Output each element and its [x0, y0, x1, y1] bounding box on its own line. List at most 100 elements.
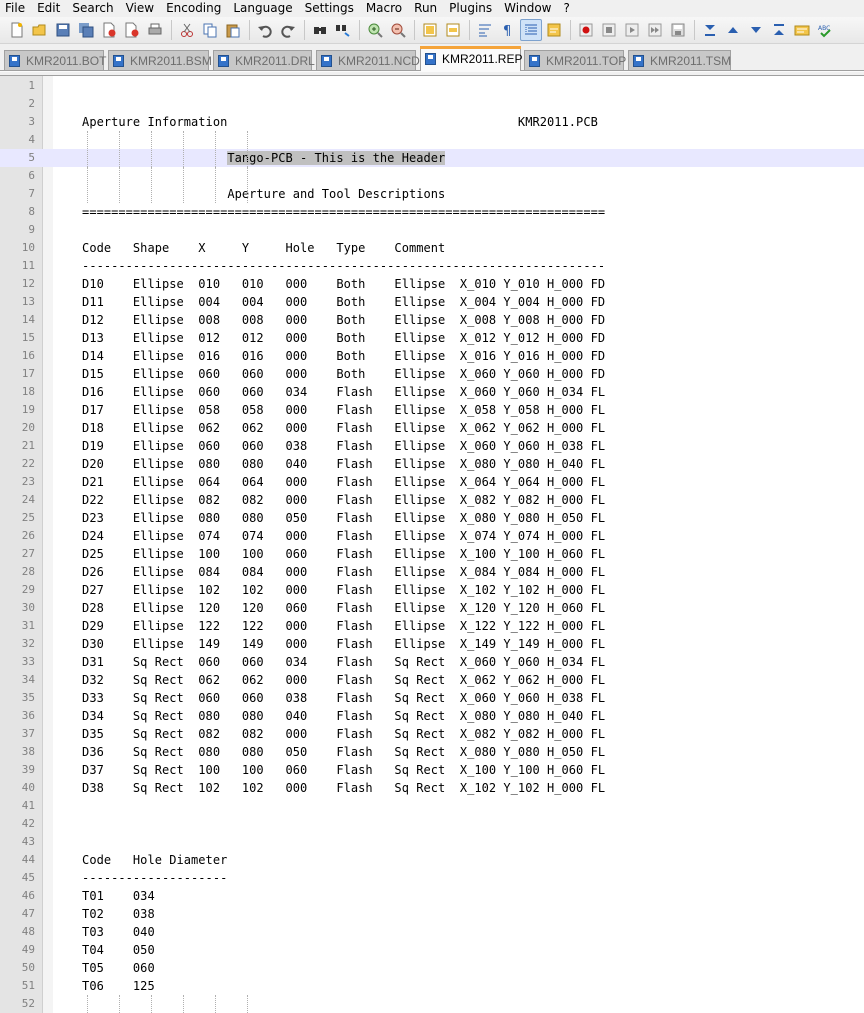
- editor-line[interactable]: 48 T03 040: [0, 923, 864, 941]
- stop-recording-button[interactable]: [598, 19, 620, 41]
- editor-line[interactable]: 17 D15 Ellipse 060 060 000 Both Ellipse …: [0, 365, 864, 383]
- close-all-button[interactable]: [121, 19, 143, 41]
- line-text[interactable]: D14 Ellipse 016 016 000 Both Ellipse X_0…: [53, 347, 605, 365]
- menu-search[interactable]: Search: [66, 0, 119, 17]
- run-macro-multiple-button[interactable]: [644, 19, 666, 41]
- editor-line[interactable]: 13 D11 Ellipse 004 004 000 Both Ellipse …: [0, 293, 864, 311]
- editor-line[interactable]: 52: [0, 995, 864, 1013]
- line-text[interactable]: --------------------: [53, 869, 227, 887]
- line-text[interactable]: T02 038: [53, 905, 155, 923]
- editor[interactable]: 123 Aperture Information KMR2011.PCB 4 5 T…: [0, 75, 864, 1013]
- editor-line[interactable]: 9: [0, 221, 864, 239]
- line-text[interactable]: D34 Sq Rect 080 080 040 Flash Sq Rect X_…: [53, 707, 605, 725]
- editor-line[interactable]: 2: [0, 95, 864, 113]
- expand-button[interactable]: [745, 19, 767, 41]
- save-all-button[interactable]: [75, 19, 97, 41]
- line-text[interactable]: D36 Sq Rect 080 080 050 Flash Sq Rect X_…: [53, 743, 605, 761]
- line-text[interactable]: D25 Ellipse 100 100 060 Flash Ellipse X_…: [53, 545, 605, 563]
- editor-line[interactable]: 26 D24 Ellipse 074 074 000 Flash Ellipse…: [0, 527, 864, 545]
- editor-line[interactable]: 25 D23 Ellipse 080 080 050 Flash Ellipse…: [0, 509, 864, 527]
- record-macro-button[interactable]: [575, 19, 597, 41]
- menu-file[interactable]: File: [0, 0, 31, 17]
- tab-kmr2011-bot[interactable]: KMR2011.BOT: [4, 50, 106, 70]
- line-text[interactable]: T06 125: [53, 977, 155, 995]
- cut-button[interactable]: [176, 19, 198, 41]
- copy-button[interactable]: [199, 19, 221, 41]
- editor-line[interactable]: 23 D21 Ellipse 064 064 000 Flash Ellipse…: [0, 473, 864, 491]
- editor-line[interactable]: 33 D31 Sq Rect 060 060 034 Flash Sq Rect…: [0, 653, 864, 671]
- editor-line[interactable]: 30 D28 Ellipse 120 120 060 Flash Ellipse…: [0, 599, 864, 617]
- line-text[interactable]: D26 Ellipse 084 084 000 Flash Ellipse X_…: [53, 563, 605, 581]
- tab-kmr2011-drl[interactable]: KMR2011.DRL: [213, 50, 315, 70]
- line-text[interactable]: D23 Ellipse 080 080 050 Flash Ellipse X_…: [53, 509, 605, 527]
- editor-line[interactable]: 46 T01 034: [0, 887, 864, 905]
- redo-button[interactable]: [277, 19, 299, 41]
- print-button[interactable]: [144, 19, 166, 41]
- editor-line[interactable]: 39 D37 Sq Rect 100 100 060 Flash Sq Rect…: [0, 761, 864, 779]
- line-text[interactable]: Code Hole Diameter: [53, 851, 227, 869]
- editor-line[interactable]: 22 D20 Ellipse 080 080 040 Flash Ellipse…: [0, 455, 864, 473]
- line-text[interactable]: T03 040: [53, 923, 155, 941]
- save-macro-button[interactable]: [667, 19, 689, 41]
- line-text[interactable]: D16 Ellipse 060 060 034 Flash Ellipse X_…: [53, 383, 605, 401]
- line-text[interactable]: D28 Ellipse 120 120 060 Flash Ellipse X_…: [53, 599, 605, 617]
- editor-line[interactable]: 27 D25 Ellipse 100 100 060 Flash Ellipse…: [0, 545, 864, 563]
- tab-kmr2011-rep[interactable]: KMR2011.REP: [420, 46, 522, 71]
- menu-macro[interactable]: Macro: [360, 0, 408, 17]
- open-file-button[interactable]: [29, 19, 51, 41]
- editor-line[interactable]: 6: [0, 167, 864, 185]
- line-text[interactable]: T01 034: [53, 887, 155, 905]
- line-text[interactable]: Tango-PCB - This is the Header: [53, 149, 446, 167]
- line-text[interactable]: ----------------------------------------…: [53, 257, 605, 275]
- editor-line[interactable]: 16 D14 Ellipse 016 016 000 Both Ellipse …: [0, 347, 864, 365]
- menu-language[interactable]: Language: [227, 0, 298, 17]
- tab-kmr2011-top[interactable]: KMR2011.TOP: [524, 50, 626, 70]
- line-text[interactable]: D15 Ellipse 060 060 000 Both Ellipse X_0…: [53, 365, 605, 383]
- editor-line[interactable]: 50 T05 060: [0, 959, 864, 977]
- editor-line[interactable]: 1: [0, 77, 864, 95]
- editor-line[interactable]: 37 D35 Sq Rect 082 082 000 Flash Sq Rect…: [0, 725, 864, 743]
- editor-line[interactable]: 20 D18 Ellipse 062 062 000 Flash Ellipse…: [0, 419, 864, 437]
- spell-check-button[interactable]: ABC: [814, 19, 836, 41]
- line-text[interactable]: Code Shape X Y Hole Type Comment: [53, 239, 445, 257]
- zoom-in-button[interactable]: [364, 19, 386, 41]
- tab-kmr2011-bsm[interactable]: KMR2011.BSM: [108, 50, 212, 70]
- line-text[interactable]: D13 Ellipse 012 012 000 Both Ellipse X_0…: [53, 329, 605, 347]
- line-text[interactable]: T04 050: [53, 941, 155, 959]
- editor-line[interactable]: 38 D36 Sq Rect 080 080 050 Flash Sq Rect…: [0, 743, 864, 761]
- editor-line[interactable]: 47 T02 038: [0, 905, 864, 923]
- editor-line[interactable]: 43: [0, 833, 864, 851]
- line-text[interactable]: D17 Ellipse 058 058 000 Flash Ellipse X_…: [53, 401, 605, 419]
- menu-run[interactable]: Run: [408, 0, 443, 17]
- editor-line[interactable]: 42: [0, 815, 864, 833]
- line-text[interactable]: D11 Ellipse 004 004 000 Both Ellipse X_0…: [53, 293, 605, 311]
- show-all-characters-button[interactable]: ¶: [497, 19, 519, 41]
- editor-line[interactable]: 51 T06 125: [0, 977, 864, 995]
- line-text[interactable]: D35 Sq Rect 082 082 000 Flash Sq Rect X_…: [53, 725, 605, 743]
- line-text[interactable]: Aperture Information KMR2011.PCB: [53, 113, 598, 131]
- editor-line[interactable]: 3 Aperture Information KMR2011.PCB: [0, 113, 864, 131]
- document-map-button[interactable]: [791, 19, 813, 41]
- zoom-out-button[interactable]: [387, 19, 409, 41]
- line-text[interactable]: Aperture and Tool Descriptions: [53, 185, 445, 203]
- editor-line[interactable]: 12 D10 Ellipse 010 010 000 Both Ellipse …: [0, 275, 864, 293]
- line-text[interactable]: D37 Sq Rect 100 100 060 Flash Sq Rect X_…: [53, 761, 605, 779]
- line-text[interactable]: D27 Ellipse 102 102 000 Flash Ellipse X_…: [53, 581, 605, 599]
- line-text[interactable]: D33 Sq Rect 060 060 038 Flash Sq Rect X_…: [53, 689, 605, 707]
- paste-button[interactable]: [222, 19, 244, 41]
- word-wrap-button[interactable]: [474, 19, 496, 41]
- editor-line[interactable]: 11 -------------------------------------…: [0, 257, 864, 275]
- unfold-all-button[interactable]: [768, 19, 790, 41]
- editor-line[interactable]: 49 T04 050: [0, 941, 864, 959]
- line-text[interactable]: D18 Ellipse 062 062 000 Flash Ellipse X_…: [53, 419, 605, 437]
- line-text[interactable]: D30 Ellipse 149 149 000 Flash Ellipse X_…: [53, 635, 605, 653]
- playback-macro-button[interactable]: [621, 19, 643, 41]
- line-text[interactable]: D10 Ellipse 010 010 000 Both Ellipse X_0…: [53, 275, 605, 293]
- undo-button[interactable]: [254, 19, 276, 41]
- line-text[interactable]: D19 Ellipse 060 060 038 Flash Ellipse X_…: [53, 437, 605, 455]
- editor-line[interactable]: 32 D30 Ellipse 149 149 000 Flash Ellipse…: [0, 635, 864, 653]
- tab-kmr2011-ncd[interactable]: KMR2011.NCD: [316, 50, 420, 70]
- menu-plugins[interactable]: Plugins: [443, 0, 498, 17]
- find-button[interactable]: [309, 19, 331, 41]
- editor-line[interactable]: 4: [0, 131, 864, 149]
